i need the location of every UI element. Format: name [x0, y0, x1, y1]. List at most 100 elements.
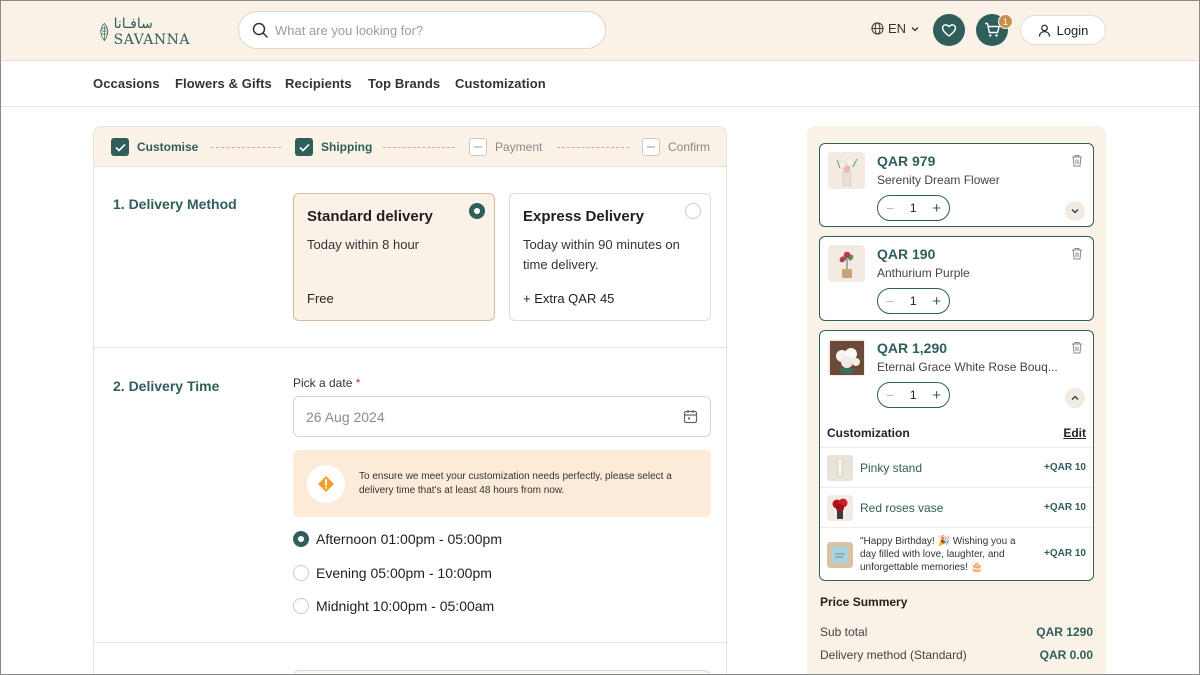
item-name: Serenity Dream Flower	[877, 173, 1000, 187]
item-price: QAR 190	[877, 246, 936, 262]
collapse-item-button[interactable]	[1065, 388, 1085, 408]
step-label: Payment	[495, 140, 543, 154]
item-price: QAR 979	[877, 153, 936, 169]
trash-icon[interactable]	[1071, 247, 1083, 260]
step-payment[interactable]: Payment	[469, 138, 542, 156]
leaf-logo-icon	[100, 22, 109, 42]
login-button[interactable]: Login	[1020, 15, 1106, 45]
nav-item-flowers-gifts[interactable]: Flowers & Gifts	[175, 76, 272, 91]
radio-selected-icon[interactable]	[469, 203, 485, 219]
step-divider	[557, 147, 629, 148]
option-description: Today within 8 hour	[307, 237, 420, 252]
calendar-icon[interactable]	[683, 409, 698, 424]
date-label-text: Pick a date	[293, 376, 353, 390]
globe-icon	[871, 22, 884, 35]
anthurium-plant-image	[839, 251, 853, 278]
increase-button[interactable]: +	[932, 293, 941, 310]
cart-item: QAR 979 Serenity Dream Flower − 1 +	[819, 143, 1094, 227]
nav-item-customization[interactable]: Customization	[455, 76, 546, 91]
slot-label: Midnight 10:00pm - 05:00am	[316, 598, 495, 614]
slot-evening[interactable]: Evening 05:00pm - 10:00pm	[293, 565, 492, 581]
date-field-label: Pick a date *	[293, 376, 360, 390]
required-mark: *	[355, 376, 361, 390]
quantity-value: 1	[909, 201, 917, 215]
chevron-up-icon	[1071, 395, 1079, 400]
radio-selected-icon[interactable]	[293, 531, 309, 547]
step-divider	[211, 147, 281, 148]
slot-label: Evening 05:00pm - 10:00pm	[316, 565, 492, 581]
option-title: Standard delivery	[307, 208, 433, 225]
quantity-stepper[interactable]: − 1 +	[877, 195, 950, 221]
quantity-stepper[interactable]: − 1 +	[877, 382, 950, 408]
chevron-down-icon	[1071, 209, 1079, 214]
customization-notice: To ensure we meet your customization nee…	[293, 450, 711, 517]
heart-icon	[941, 24, 957, 37]
customization-edit-link[interactable]: Edit	[1063, 426, 1086, 440]
decrease-button[interactable]: −	[886, 200, 894, 216]
price-summary-title: Price Summery	[820, 595, 908, 609]
delivery-method-title: 1. Delivery Method	[113, 196, 237, 212]
nav-item-recipients[interactable]: Recipients	[285, 76, 352, 91]
wishlist-button[interactable]	[933, 14, 965, 46]
section-divider	[94, 347, 726, 348]
nav-item-occasions[interactable]: Occasions	[93, 76, 160, 91]
nav-item-top-brands[interactable]: Top Brands	[368, 76, 440, 91]
customization-row: Pinky stand +QAR 10	[820, 447, 1093, 487]
increase-button[interactable]: +	[932, 387, 941, 404]
customization-name: Red roses vase	[860, 501, 944, 515]
main-nav: Occasions Flowers & Gifts Recipients Top…	[0, 61, 1200, 107]
step-pending-icon	[469, 138, 487, 156]
delivery-time-title: 2. Delivery Time	[113, 378, 220, 394]
radio-unselected-icon[interactable]	[293, 598, 309, 614]
notice-icon-wrapper	[307, 464, 345, 503]
next-section-field[interactable]	[293, 670, 711, 675]
chevron-down-icon	[911, 26, 919, 31]
brand-logo[interactable]: سافـانا SAVANNA	[98, 12, 190, 52]
decrease-button[interactable]: −	[886, 387, 894, 403]
language-label: EN	[888, 21, 907, 36]
brand-name: SAVANNA	[113, 32, 190, 48]
step-label: Customise	[137, 140, 199, 154]
option-price: + Extra QAR 45	[523, 291, 615, 306]
slot-midnight[interactable]: Midnight 10:00pm - 05:00am	[293, 598, 494, 614]
search-bar[interactable]	[238, 11, 606, 49]
product-thumbnail[interactable]	[828, 339, 865, 376]
product-thumbnail[interactable]	[828, 152, 865, 189]
checkout-steps: Customise Shipping Payment Confirm	[94, 127, 726, 167]
search-input[interactable]	[275, 22, 575, 38]
express-delivery-option[interactable]: Express Delivery Today within 90 minutes…	[509, 193, 711, 321]
login-label: Login	[1056, 22, 1089, 38]
step-customise[interactable]: Customise	[111, 138, 198, 156]
increase-button[interactable]: +	[932, 200, 941, 217]
product-thumbnail[interactable]	[828, 245, 865, 282]
quantity-stepper[interactable]: − 1 +	[877, 288, 950, 314]
customization-title: Customization	[827, 426, 910, 440]
radio-unselected-icon[interactable]	[685, 203, 701, 219]
quantity-value: 1	[909, 388, 917, 402]
trash-icon[interactable]	[1071, 341, 1083, 354]
step-label: Shipping	[321, 140, 373, 154]
user-icon	[1038, 24, 1050, 37]
language-selector[interactable]: EN	[871, 21, 920, 36]
date-picker-input[interactable]: 26 Aug 2024	[293, 396, 711, 437]
summary-row-delivery: Delivery method (Standard) QAR 0.00	[820, 648, 1093, 662]
trash-icon[interactable]	[1071, 154, 1083, 167]
radio-unselected-icon[interactable]	[293, 565, 309, 581]
summary-value: QAR 1290	[1036, 625, 1093, 639]
warning-icon	[318, 475, 334, 492]
section-divider	[94, 642, 726, 643]
step-shipping[interactable]: Shipping	[295, 138, 372, 156]
decrease-button[interactable]: −	[886, 293, 894, 309]
slot-label: Afternoon 01:00pm - 05:00pm	[316, 531, 503, 547]
notice-text: To ensure we meet your customization nee…	[359, 470, 672, 496]
summary-row-subtotal: Sub total QAR 1290	[820, 625, 1093, 639]
slot-afternoon[interactable]: Afternoon 01:00pm - 05:00pm	[293, 531, 502, 547]
step-divider	[383, 147, 455, 148]
quantity-value: 1	[909, 294, 917, 308]
red-roses-vase-image	[827, 495, 853, 521]
step-checked-icon	[111, 138, 129, 156]
step-confirm[interactable]: Confirm	[642, 138, 710, 156]
standard-delivery-option[interactable]: Standard delivery Today within 8 hour Fr…	[293, 193, 495, 321]
step-pending-icon	[642, 138, 660, 156]
expand-item-button[interactable]	[1065, 201, 1085, 221]
